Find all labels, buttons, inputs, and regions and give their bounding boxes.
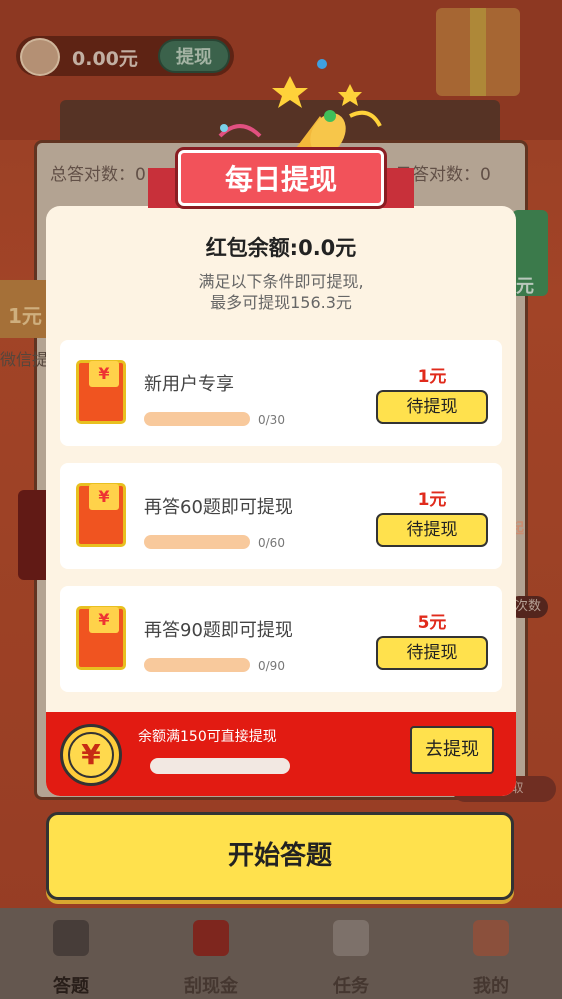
task-title: 新用户专享 <box>144 374 234 395</box>
red-envelope-icon: ¥ <box>76 483 126 547</box>
pending-withdraw-button[interactable]: 待提现 <box>376 513 488 547</box>
task-progress-text: 0/90 <box>258 659 285 673</box>
red-packet-balance: 红包余额:0.0元 <box>205 236 357 260</box>
start-quiz-button[interactable]: 开始答题 <box>46 812 514 900</box>
yen-coin-icon: ¥ <box>60 724 122 786</box>
envelope-yen-flap: ¥ <box>89 484 119 510</box>
daily-withdraw-modal: 红包余额:0.0元 满足以下条件即可提现, 最多可提现156.3元 ¥ 新用户专… <box>46 206 516 796</box>
direct-withdraw-text: 余额满150可直接提现 <box>138 729 277 745</box>
task-progress-bar <box>144 658 250 672</box>
task-title: 再答90题即可提现 <box>144 620 293 641</box>
task-reward: 5元 <box>417 613 447 633</box>
task-title: 再答60题即可提现 <box>144 497 293 518</box>
task-progress-bar <box>144 535 250 549</box>
pending-withdraw-button[interactable]: 待提现 <box>376 390 488 424</box>
task-reward: 1元 <box>417 490 447 510</box>
direct-withdraw-bar: ¥ 余额满150可直接提现 去提现 <box>46 712 516 796</box>
envelope-yen-flap: ¥ <box>89 607 119 633</box>
task-progress-bar <box>144 412 250 426</box>
celebration-confetti-icon <box>218 59 382 156</box>
task-card: ¥ 再答60题即可提现 0/60 1元 待提现 <box>60 463 502 569</box>
task-card: ¥ 新用户专享 0/30 1元 待提现 <box>60 340 502 446</box>
go-withdraw-button[interactable]: 去提现 <box>410 726 494 774</box>
task-card: ¥ 再答90题即可提现 0/90 5元 待提现 <box>60 586 502 692</box>
task-reward: 1元 <box>417 367 447 387</box>
pending-withdraw-button[interactable]: 待提现 <box>376 636 488 670</box>
task-progress-text: 0/30 <box>258 413 285 427</box>
modal-title: 每日提现 <box>224 163 337 196</box>
condition-text-line2: 最多可提现156.3元 <box>210 293 352 312</box>
red-envelope-icon: ¥ <box>76 606 126 670</box>
envelope-yen-flap: ¥ <box>89 361 119 387</box>
red-envelope-icon: ¥ <box>76 360 126 424</box>
yen-symbol: ¥ <box>68 732 114 778</box>
task-progress-text: 0/60 <box>258 536 285 550</box>
direct-withdraw-progress-bar <box>150 758 290 774</box>
